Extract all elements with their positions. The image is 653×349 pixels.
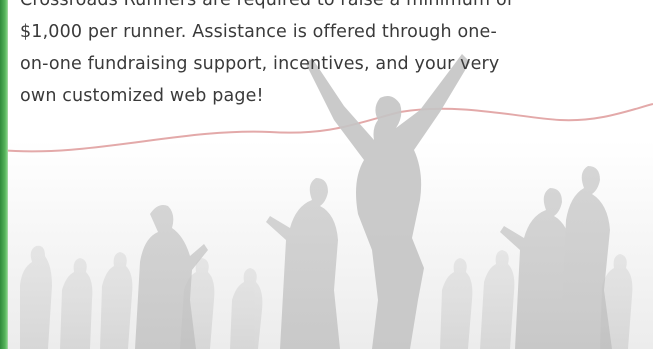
accent-bar — [0, 0, 8, 349]
runner-promo-panel: Crossroads Runners are required to raise… — [0, 0, 653, 349]
paragraph-line: $1,000 per runner. Assistance is offered… — [20, 22, 497, 42]
fundraising-paragraph: Crossroads Runners are required to raise… — [20, 0, 640, 112]
paragraph-line: own customized web page! — [20, 86, 264, 106]
paragraph-line: on-one fundraising support, incentives, … — [20, 54, 500, 74]
paragraph-line: Crossroads Runners are required to raise… — [20, 0, 514, 10]
